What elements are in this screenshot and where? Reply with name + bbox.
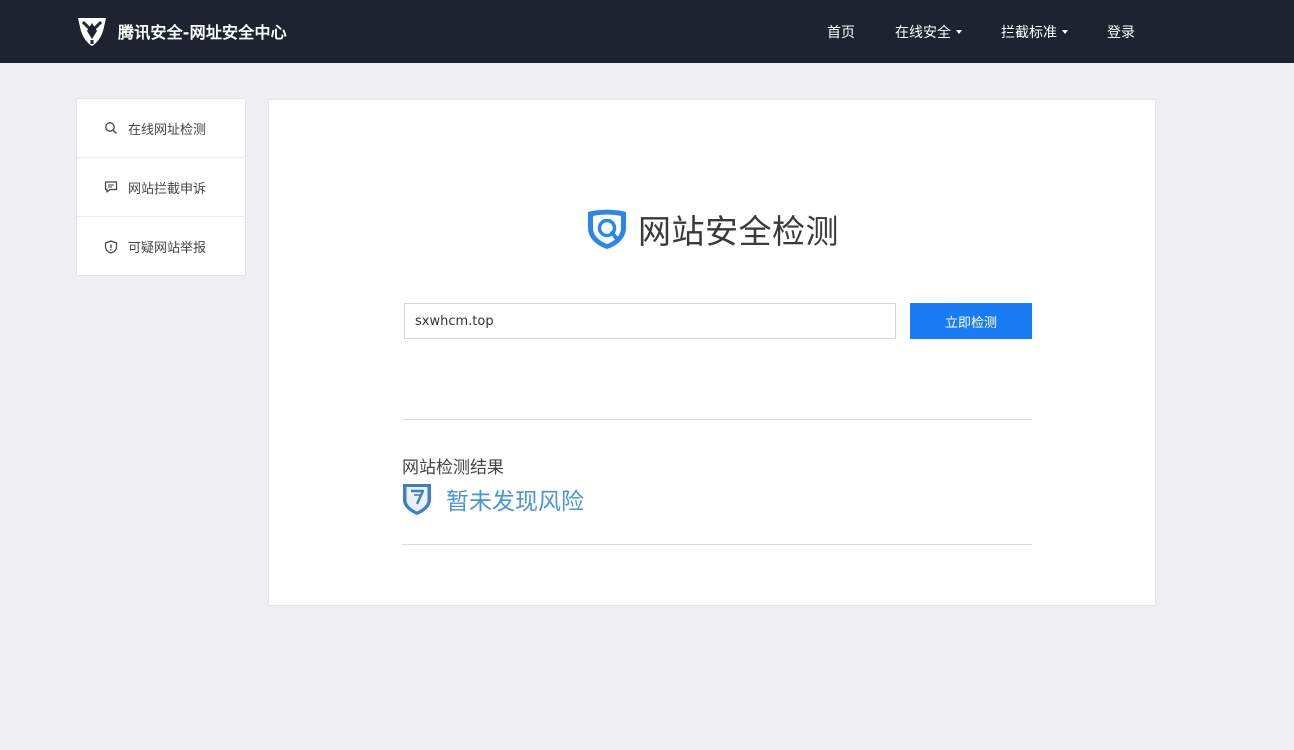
nav-online-security[interactable]: 在线安全: [895, 22, 962, 42]
safe-shield-icon: [403, 484, 431, 515]
nav-online-security-label: 在线安全: [895, 24, 951, 41]
nav-login[interactable]: 登录: [1107, 22, 1135, 42]
sidebar: 在线网址检测 网站拦截申诉 可疑网站举报: [76, 98, 246, 276]
search-icon: [105, 122, 117, 134]
result-status: 暂未发现风险: [402, 482, 584, 516]
top-navigation-bar: 腾讯安全-网址安全中心 首页 在线安全 拦截标准 登录: [0, 0, 1294, 63]
brand-title: 腾讯安全-网址安全中心: [118, 23, 287, 42]
caret-down-icon: [1062, 29, 1068, 34]
nav-home[interactable]: 首页: [827, 22, 855, 42]
check-now-button[interactable]: 立即检测: [910, 303, 1032, 339]
divider: [402, 419, 1032, 420]
shield-search-icon: [588, 209, 626, 249]
sidebar-item-label: 在线网址检测: [128, 122, 207, 138]
nav-block-standard[interactable]: 拦截标准: [1001, 22, 1068, 42]
brand[interactable]: 腾讯安全-网址安全中心: [75, 14, 287, 48]
divider: [402, 544, 1032, 545]
tencent-security-logo-icon: [78, 18, 106, 46]
shield-alert-icon: [104, 239, 118, 254]
sidebar-item-label: 可疑网站举报: [128, 241, 207, 256]
caret-down-icon: [956, 29, 962, 34]
sidebar-item-block-appeal[interactable]: 网站拦截申诉: [77, 158, 245, 217]
sidebar-item-label: 网站拦截申诉: [128, 181, 207, 197]
sidebar-item-url-check[interactable]: 在线网址检测: [77, 99, 245, 158]
url-input[interactable]: [404, 303, 896, 339]
nav-login-label: 登录: [1107, 24, 1135, 41]
nav-home-label: 首页: [827, 24, 855, 41]
sidebar-item-suspicious-report[interactable]: 可疑网站举报: [77, 217, 245, 276]
chat-bubble-icon: [104, 181, 118, 193]
page-heading: 网站安全检测: [584, 205, 839, 253]
page-title: 网站安全检测: [638, 212, 839, 251]
nav-block-standard-label: 拦截标准: [1001, 24, 1057, 41]
main-panel: 网站安全检测 立即检测 网站检测结果 暂未发现风险: [268, 99, 1156, 606]
result-label: 网站检测结果: [402, 458, 504, 478]
result-value: 暂未发现风险: [446, 489, 584, 515]
